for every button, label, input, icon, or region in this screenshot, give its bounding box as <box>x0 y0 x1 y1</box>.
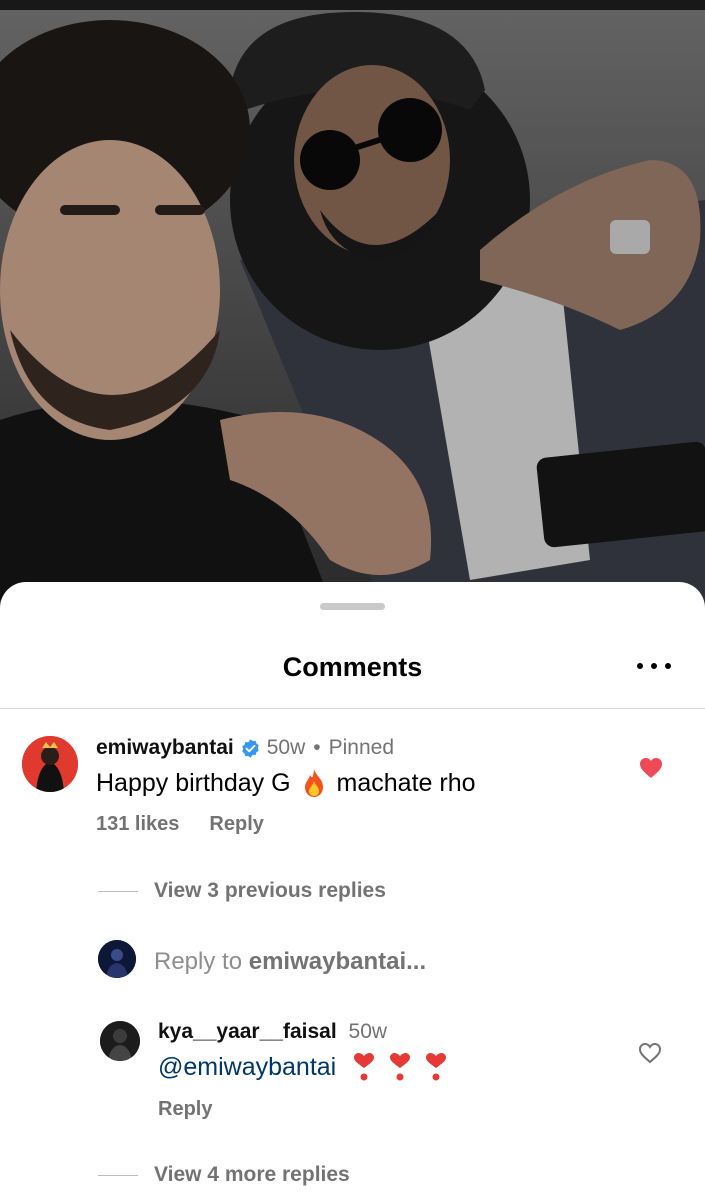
reply-input-prompt[interactable]: Reply to emiwaybantai... <box>154 948 426 976</box>
pinned-label: Pinned <box>328 736 395 759</box>
comment-text: @emiwaybantai <box>158 1052 448 1082</box>
comment-text: Happy birthday G machate rho <box>96 768 476 798</box>
heart-filled-icon[interactable] <box>639 757 663 779</box>
meta-separator: • <box>313 736 321 759</box>
avatar[interactable] <box>22 736 78 792</box>
reply-prompt-target: emiwaybantai... <box>248 948 427 975</box>
header-divider <box>0 708 705 709</box>
ellipsis-icon <box>637 663 643 669</box>
comment-actions: 131 likes Reply <box>96 813 264 836</box>
reply-prompt-prefix: Reply to <box>154 948 243 975</box>
view-previous-replies-button[interactable]: View 3 previous replies <box>154 879 386 903</box>
heart-exclamation-emoji-group <box>352 1052 448 1082</box>
comment-header: kya__yaar__faisal 50w <box>158 1020 387 1044</box>
fire-emoji-icon <box>304 769 323 797</box>
reply-button[interactable]: Reply <box>209 813 263 836</box>
view-more-replies-button[interactable]: View 4 more replies <box>154 1163 350 1187</box>
comments-sheet: Comments emiwaybantai 50w • Pinned Happy… <box>0 582 705 1200</box>
comment-age: 50w <box>266 736 306 759</box>
comment-text-part: Happy birthday G <box>96 768 291 797</box>
heart-exclamation-emoji-icon <box>354 1053 375 1081</box>
replies-divider-line <box>98 1175 138 1176</box>
comment-text-part: machate rho <box>336 768 476 797</box>
heart-exclamation-emoji-icon <box>426 1053 447 1081</box>
reply-button[interactable]: Reply <box>158 1098 212 1121</box>
verified-badge-icon <box>242 738 259 758</box>
comment-header: emiwaybantai 50w • Pinned <box>96 736 394 760</box>
more-options-button[interactable] <box>637 654 671 678</box>
post-photo-background <box>0 0 705 640</box>
comment-age: 50w <box>348 1020 388 1043</box>
mention-link[interactable]: @emiwaybantai <box>158 1053 336 1082</box>
avatar[interactable] <box>100 1021 140 1061</box>
comment-username[interactable]: emiwaybantai <box>96 736 234 760</box>
current-user-avatar <box>98 940 136 978</box>
likes-count[interactable]: 131 likes <box>96 813 179 836</box>
sheet-grabber-handle[interactable] <box>320 603 385 610</box>
sheet-title: Comments <box>282 652 423 682</box>
heart-exclamation-emoji-icon <box>390 1053 411 1081</box>
heart-outline-icon[interactable] <box>638 1042 662 1064</box>
replies-divider-line <box>98 891 138 892</box>
comment-username[interactable]: kya__yaar__faisal <box>158 1020 337 1043</box>
